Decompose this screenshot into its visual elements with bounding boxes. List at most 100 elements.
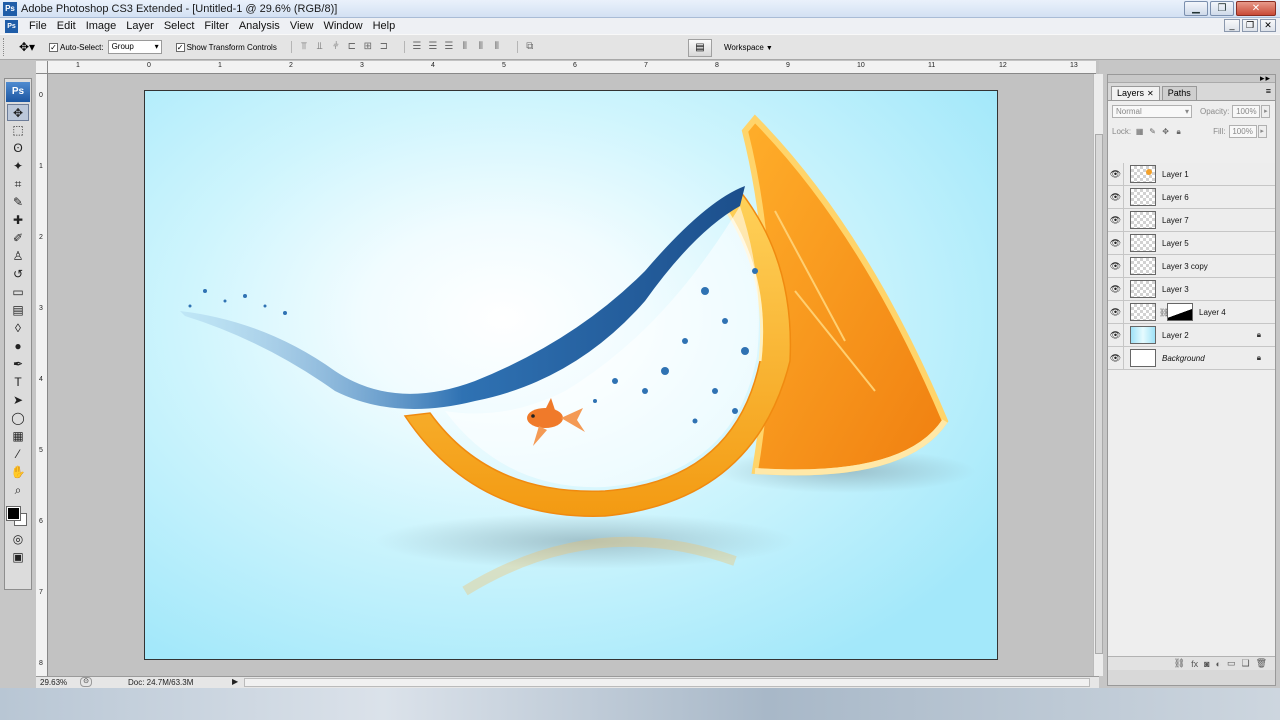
layer-name[interactable]: Layer 3 bbox=[1162, 285, 1189, 294]
marquee-tool-button[interactable]: ⬚ bbox=[7, 122, 29, 139]
layer-name[interactable]: Layer 4 bbox=[1199, 308, 1226, 317]
minimize-button[interactable]: ▁ bbox=[1184, 1, 1208, 16]
visibility-eye-icon[interactable]: 👁︎ bbox=[1108, 324, 1124, 346]
doc-close-button[interactable]: ✕ bbox=[1260, 19, 1276, 32]
healing-brush-tool-button[interactable]: ✚ bbox=[7, 212, 29, 229]
workspace-menu[interactable]: Workspace bbox=[718, 41, 779, 57]
vertical-ruler[interactable]: 0 1 2 3 4 5 6 7 8 bbox=[36, 74, 48, 676]
layer-thumbnail[interactable] bbox=[1130, 326, 1156, 344]
layer-row[interactable]: 👁︎ Layer 5 bbox=[1108, 232, 1275, 255]
distribute-top-icon[interactable]: ☰ bbox=[411, 41, 423, 53]
eyedropper-tool-button[interactable]: ✎ bbox=[7, 194, 29, 211]
align-left-icon[interactable]: ⊏ bbox=[346, 41, 358, 53]
show-transform-checkbox[interactable]: ✓ Show Transform Controls bbox=[175, 42, 277, 52]
visibility-eye-icon[interactable]: 👁︎ bbox=[1108, 232, 1124, 254]
align-vcenter-icon[interactable]: ⫫ bbox=[314, 41, 326, 53]
auto-align-layers-icon[interactable]: ⧉ bbox=[524, 41, 536, 53]
lock-all-icon[interactable]: 🔒︎ bbox=[1174, 127, 1183, 136]
dodge-tool-button[interactable]: ● bbox=[7, 338, 29, 355]
layer-row[interactable]: 👁︎ ⛓︎ Layer 4 bbox=[1108, 301, 1275, 324]
eraser-tool-button[interactable]: ▭ bbox=[7, 284, 29, 301]
magic-wand-tool-button[interactable]: ✦ bbox=[7, 158, 29, 175]
menu-view[interactable]: View bbox=[285, 20, 319, 32]
zoom-tool-button[interactable]: ⌕ bbox=[7, 482, 29, 499]
layer-name[interactable]: Layer 2 bbox=[1162, 331, 1189, 340]
visibility-eye-icon[interactable]: 👁︎ bbox=[1108, 301, 1124, 323]
restore-button[interactable]: ❐ bbox=[1210, 1, 1234, 16]
layer-name[interactable]: Layer 5 bbox=[1162, 239, 1189, 248]
screen-mode-button[interactable]: ▣ bbox=[7, 549, 29, 566]
hand-tool-button[interactable]: ✋ bbox=[7, 464, 29, 481]
visibility-eye-icon[interactable]: 👁︎ bbox=[1108, 209, 1124, 231]
layer-mask-thumbnail[interactable] bbox=[1167, 303, 1193, 321]
color-swatches[interactable] bbox=[6, 503, 29, 527]
clone-stamp-tool-button[interactable]: ♙ bbox=[7, 248, 29, 265]
options-bar-grip[interactable] bbox=[3, 38, 7, 56]
distribute-left-icon[interactable]: ⦀ bbox=[459, 41, 471, 53]
close-button[interactable]: ✕ bbox=[1236, 1, 1276, 16]
shape-tool-button[interactable]: ◯ bbox=[7, 410, 29, 427]
opacity-arrow-icon[interactable]: ▸ bbox=[1261, 104, 1271, 118]
blur-tool-button[interactable]: ◊ bbox=[7, 320, 29, 337]
layer-thumbnail[interactable] bbox=[1130, 234, 1156, 252]
menu-select[interactable]: Select bbox=[159, 20, 200, 32]
new-layer-icon[interactable]: ❑ bbox=[1241, 658, 1249, 669]
fill-arrow-icon[interactable]: ▸ bbox=[1257, 124, 1267, 138]
add-mask-icon[interactable]: ◙ bbox=[1204, 659, 1209, 669]
eyedropper2-tool-button[interactable]: ⁄ bbox=[7, 446, 29, 463]
close-tab-icon[interactable]: ✕ bbox=[1147, 89, 1154, 98]
mask-link-icon[interactable]: ⛓︎ bbox=[1159, 308, 1169, 317]
history-brush-tool-button[interactable]: ↺ bbox=[7, 266, 29, 283]
quick-mask-button[interactable]: ◎ bbox=[7, 531, 29, 548]
layer-name[interactable]: Layer 1 bbox=[1162, 170, 1189, 179]
align-bottom-icon[interactable]: ⫩ bbox=[330, 41, 342, 53]
distribute-hcenter-icon[interactable]: ⦀ bbox=[475, 41, 487, 53]
tool-preset-picker[interactable]: ✥▾ bbox=[13, 37, 41, 57]
crop-tool-button[interactable]: ⌗ bbox=[7, 176, 29, 193]
document-canvas[interactable] bbox=[144, 90, 998, 660]
layer-thumbnail[interactable] bbox=[1130, 280, 1156, 298]
doc-restore-button[interactable]: ❐ bbox=[1242, 19, 1258, 32]
panel-dock-header[interactable]: ▸▸ bbox=[1108, 73, 1275, 83]
layer-row[interactable]: 👁︎ Layer 3 copy bbox=[1108, 255, 1275, 278]
align-top-icon[interactable]: ⫪ bbox=[298, 41, 310, 53]
menu-filter[interactable]: Filter bbox=[199, 20, 233, 32]
layer-row[interactable]: 👁︎ Layer 1 bbox=[1108, 163, 1275, 186]
distribute-bottom-icon[interactable]: ☰ bbox=[443, 41, 455, 53]
layer-thumbnail[interactable] bbox=[1130, 165, 1156, 183]
lock-position-icon[interactable]: ✥ bbox=[1161, 127, 1170, 136]
lasso-tool-button[interactable]: ʘ bbox=[7, 140, 29, 157]
align-hcenter-icon[interactable]: ⊞ bbox=[362, 41, 374, 53]
vertical-scroll-thumb[interactable] bbox=[1095, 134, 1103, 654]
status-menu-arrow-icon[interactable]: ▶ bbox=[232, 677, 238, 686]
blend-mode-dropdown[interactable]: Normal bbox=[1112, 104, 1192, 118]
layer-row[interactable]: 👁︎ Background 🔒︎ bbox=[1108, 347, 1275, 370]
document-info[interactable]: Doc: 24.7M/63.3M bbox=[128, 678, 193, 687]
move-tool-button[interactable]: ✥ bbox=[7, 104, 29, 121]
layer-name[interactable]: Layer 6 bbox=[1162, 193, 1189, 202]
fx-icon[interactable]: fx bbox=[1191, 659, 1198, 669]
auto-select-checkbox[interactable]: ✓ Auto-Select: bbox=[49, 42, 104, 52]
visibility-eye-icon[interactable]: 👁︎ bbox=[1108, 255, 1124, 277]
bridge-button[interactable]: ▤ bbox=[688, 39, 712, 57]
tab-paths[interactable]: Paths bbox=[1161, 86, 1197, 100]
layer-row[interactable]: 👁︎ Layer 3 bbox=[1108, 278, 1275, 301]
layer-thumbnail[interactable] bbox=[1130, 188, 1156, 206]
layer-row[interactable]: 👁︎ Layer 7 bbox=[1108, 209, 1275, 232]
path-selection-tool-button[interactable]: ➤ bbox=[7, 392, 29, 409]
pen-tool-button[interactable]: ✒ bbox=[7, 356, 29, 373]
delete-layer-icon[interactable]: 🗑︎ bbox=[1256, 658, 1267, 669]
notes-tool-button[interactable]: ▦ bbox=[7, 428, 29, 445]
document-icon[interactable]: Ps bbox=[5, 19, 18, 33]
visibility-eye-icon[interactable]: 👁︎ bbox=[1108, 163, 1124, 185]
vertical-scrollbar[interactable] bbox=[1093, 74, 1103, 676]
zoom-popup-icon[interactable]: ⊙ bbox=[80, 677, 92, 687]
brush-tool-button[interactable]: ✐ bbox=[7, 230, 29, 247]
foreground-color-swatch[interactable] bbox=[6, 506, 21, 521]
layer-name[interactable]: Background bbox=[1162, 354, 1205, 363]
zoom-level[interactable]: 29.63% bbox=[40, 678, 67, 687]
align-right-icon[interactable]: ⊐ bbox=[378, 41, 390, 53]
lock-transparency-icon[interactable]: ▦ bbox=[1135, 127, 1144, 136]
ruler-origin[interactable] bbox=[36, 61, 48, 74]
distribute-right-icon[interactable]: ⦀ bbox=[491, 41, 503, 53]
